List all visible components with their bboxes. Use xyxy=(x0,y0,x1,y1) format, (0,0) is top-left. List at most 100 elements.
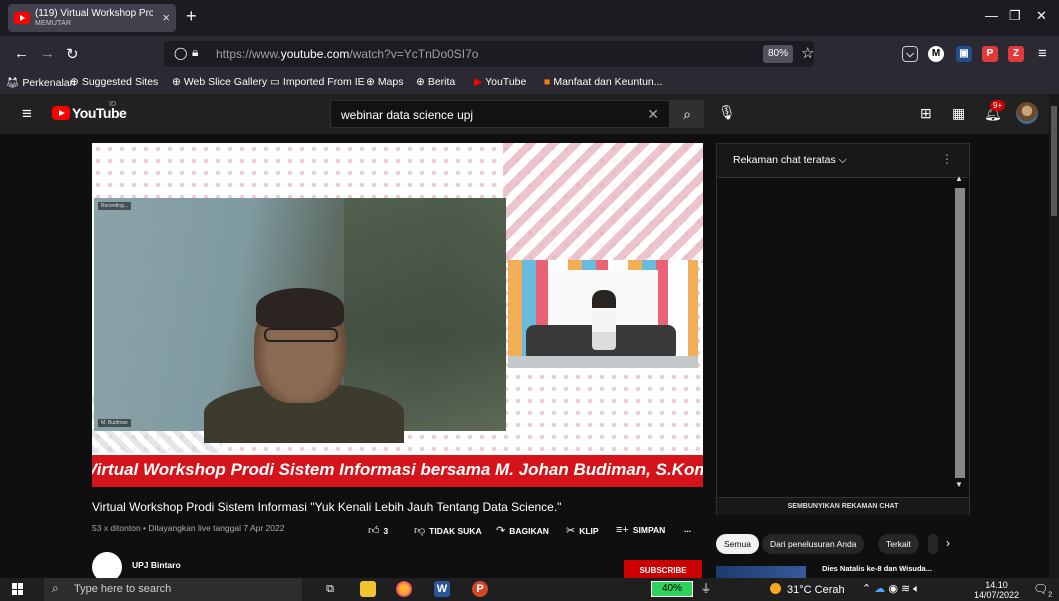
task-view-icon[interactable]: ⧉ xyxy=(322,581,338,597)
weather-widget[interactable]: 31°C Cerah xyxy=(770,583,845,596)
share-button[interactable]: ↷ BAGIKAN xyxy=(496,524,549,537)
dislike-button[interactable]: 👎︎ TIDAK SUKA xyxy=(414,524,482,537)
back-icon[interactable]: ← xyxy=(14,45,29,62)
create-video-icon[interactable]: ⊞ xyxy=(920,105,932,122)
chip-terkait[interactable]: Terkait xyxy=(878,534,920,554)
recording-label: Recording... xyxy=(98,202,131,210)
word-icon[interactable]: W xyxy=(434,581,450,597)
address-bar[interactable]: ◯ 🔒︎ https://www.youtube.com/watch?v=YcT… xyxy=(164,41,814,67)
bookmark-perkenalan[interactable]: 🦊︎ Perkenalan xyxy=(6,76,75,89)
firefox-icon[interactable] xyxy=(396,581,412,597)
youtube-favicon-icon xyxy=(14,12,30,24)
search-input[interactable]: webinar data science upj xyxy=(341,108,473,122)
page-scrollbar[interactable] xyxy=(1049,94,1059,578)
bookmark-youtube[interactable]: ▶ YouTube xyxy=(474,76,526,88)
bookmark-web-slice-gallery[interactable]: ⊕ Web Slice Gallery xyxy=(172,76,267,88)
video-player[interactable]: Recording... M. Budiman Virtual Workshop… xyxy=(92,143,703,487)
bookmark-imported-from-ie[interactable]: ▭ Imported From IE xyxy=(270,76,365,88)
notification-center-icon[interactable]: 🗨︎2 xyxy=(1033,582,1052,598)
chip-semua[interactable]: Semua xyxy=(716,534,759,554)
menu-hamburger-icon[interactable]: ≡ xyxy=(1038,45,1047,62)
save-button[interactable]: ≡+ SIMPAN xyxy=(616,524,665,536)
chevron-right-icon[interactable]: › xyxy=(946,536,950,550)
firefox-icon: 🦊︎ xyxy=(6,77,20,89)
youtube-header: ≡ YouTube ID webinar data science upj ✕ … xyxy=(0,94,1059,134)
channel-name[interactable]: UPJ Bintaro xyxy=(132,560,181,570)
thumbs-up-icon: 👍︎ xyxy=(368,525,380,537)
pdf-extension-icon[interactable]: P xyxy=(982,46,998,62)
speaker-glasses xyxy=(264,328,338,342)
tab-title: (119) Virtual Workshop Prodi Si xyxy=(35,8,153,19)
chevron-up-icon[interactable]: ⌃ xyxy=(862,583,871,595)
globe-icon: ⊕ xyxy=(366,76,375,88)
search-box[interactable]: webinar data science upj ✕ xyxy=(330,100,670,128)
youtube-icon: ▶ xyxy=(474,76,483,88)
guide-menu-icon[interactable]: ≡ xyxy=(22,104,32,124)
close-tab-icon[interactable]: × xyxy=(162,10,170,25)
chat-header: Rekaman chat teratas ⌵ ⋮ xyxy=(717,144,969,178)
taskbar-search-placeholder: Type here to search xyxy=(74,583,172,595)
microphone-icon[interactable]: 🎙︎ xyxy=(718,104,736,121)
bookmarks-bar: 🦊︎ Perkenalan ⊕ Suggested Sites ⊕ Web Slice… xyxy=(0,72,1059,94)
navigation-bar: ← → ↻ ◯ 🔒︎ https://www.youtube.com/watch… xyxy=(0,36,1059,72)
wifi-icon[interactable]: ≋ xyxy=(901,583,910,595)
system-tray[interactable]: ⌃ ☁ ◉ ≋ 🔈︎ xyxy=(862,582,920,596)
browser-tab-bar: (119) Virtual Workshop Prodi Si MEMUTAR … xyxy=(0,0,1059,36)
like-button[interactable]: 👍︎ 3 xyxy=(368,524,388,537)
hide-chat-button[interactable]: SEMBUNYIKAN REKAMAN CHAT xyxy=(717,497,969,515)
more-actions-button[interactable]: ... xyxy=(684,524,691,534)
related-video-title[interactable]: Dies Natalis ke-8 dan Wisuda... xyxy=(822,564,932,573)
chip-dari-penelusuran[interactable]: Dari penelusuran Anda xyxy=(762,534,865,554)
more-vert-icon[interactable]: ⋮ xyxy=(941,152,953,166)
scroll-up-icon[interactable]: ▲ xyxy=(955,174,963,183)
bookmark-suggested-sites[interactable]: ⊕ Suggested Sites xyxy=(70,76,158,88)
youtube-logo-icon[interactable] xyxy=(52,106,70,120)
account-m-icon[interactable]: M xyxy=(928,46,944,62)
youtube-logo-text[interactable]: YouTube xyxy=(72,105,127,121)
browser-tab[interactable]: (119) Virtual Workshop Prodi Si MEMUTAR … xyxy=(8,4,176,32)
volume-icon[interactable]: 🔈︎ xyxy=(913,583,920,595)
user-avatar[interactable] xyxy=(1016,102,1038,124)
chat-mode-dropdown[interactable]: Rekaman chat teratas ⌵ xyxy=(733,154,847,167)
restore-icon[interactable]: ❐ xyxy=(1009,8,1021,24)
new-tab-button[interactable]: + xyxy=(186,6,197,27)
clear-search-icon[interactable]: ✕ xyxy=(647,106,659,123)
minimize-icon[interactable]: — xyxy=(985,8,998,23)
windows-start-icon[interactable] xyxy=(12,583,24,595)
studio-floor xyxy=(508,356,698,368)
chevron-down-icon: ⌵ xyxy=(838,154,847,166)
shield-icon[interactable]: ◯ xyxy=(174,46,187,60)
pocket-icon[interactable]: ⌵ xyxy=(902,46,918,62)
globe-icon: ⊕ xyxy=(70,76,79,88)
extension-z-icon[interactable]: Z xyxy=(1008,46,1024,62)
onedrive-icon[interactable]: ☁ xyxy=(874,583,885,595)
page-scrollbar-thumb[interactable] xyxy=(1051,106,1057,216)
zoom-level[interactable]: 80% xyxy=(763,45,793,63)
taskbar-search[interactable]: ⌕ Type here to search xyxy=(44,578,302,601)
bookmark-berita[interactable]: ⊕ Berita xyxy=(416,76,455,88)
system-clock[interactable]: 14.10 14/07/2022 xyxy=(974,580,1019,600)
reload-icon[interactable]: ↻ xyxy=(66,45,79,63)
speaker-name-label: M. Budiman xyxy=(98,419,131,427)
chip-partial[interactable] xyxy=(928,534,938,554)
apps-grid-icon[interactable]: ▦ xyxy=(952,105,965,122)
network-icon[interactable]: ◉ xyxy=(888,583,898,595)
search-button[interactable]: ⌕ xyxy=(670,100,704,128)
battery-indicator[interactable]: 40% xyxy=(651,581,693,597)
bookmark-star-icon[interactable]: ☆ xyxy=(801,44,814,62)
lock-icon[interactable]: 🔒︎ xyxy=(192,45,198,60)
powerpoint-icon[interactable]: P xyxy=(472,581,488,597)
close-window-icon[interactable]: ✕ xyxy=(1036,8,1047,24)
bookmark-manfaat[interactable]: ■ Manfaat dan Keuntun... xyxy=(544,76,663,88)
forward-icon[interactable]: → xyxy=(40,45,55,62)
globe-icon: ⊕ xyxy=(172,76,181,88)
bookmark-maps[interactable]: ⊕ Maps xyxy=(366,76,404,88)
file-explorer-icon[interactable] xyxy=(360,581,376,597)
scroll-down-icon[interactable]: ▼ xyxy=(955,480,963,489)
related-video-thumbnail[interactable] xyxy=(716,566,806,578)
clip-button[interactable]: ✂ KLIP xyxy=(566,524,599,537)
chat-scrollbar[interactable] xyxy=(955,188,965,478)
extension-icon[interactable]: ▣ xyxy=(956,46,972,62)
video-stripes-decoration xyxy=(503,143,703,263)
blogger-icon: ■ xyxy=(544,76,551,88)
